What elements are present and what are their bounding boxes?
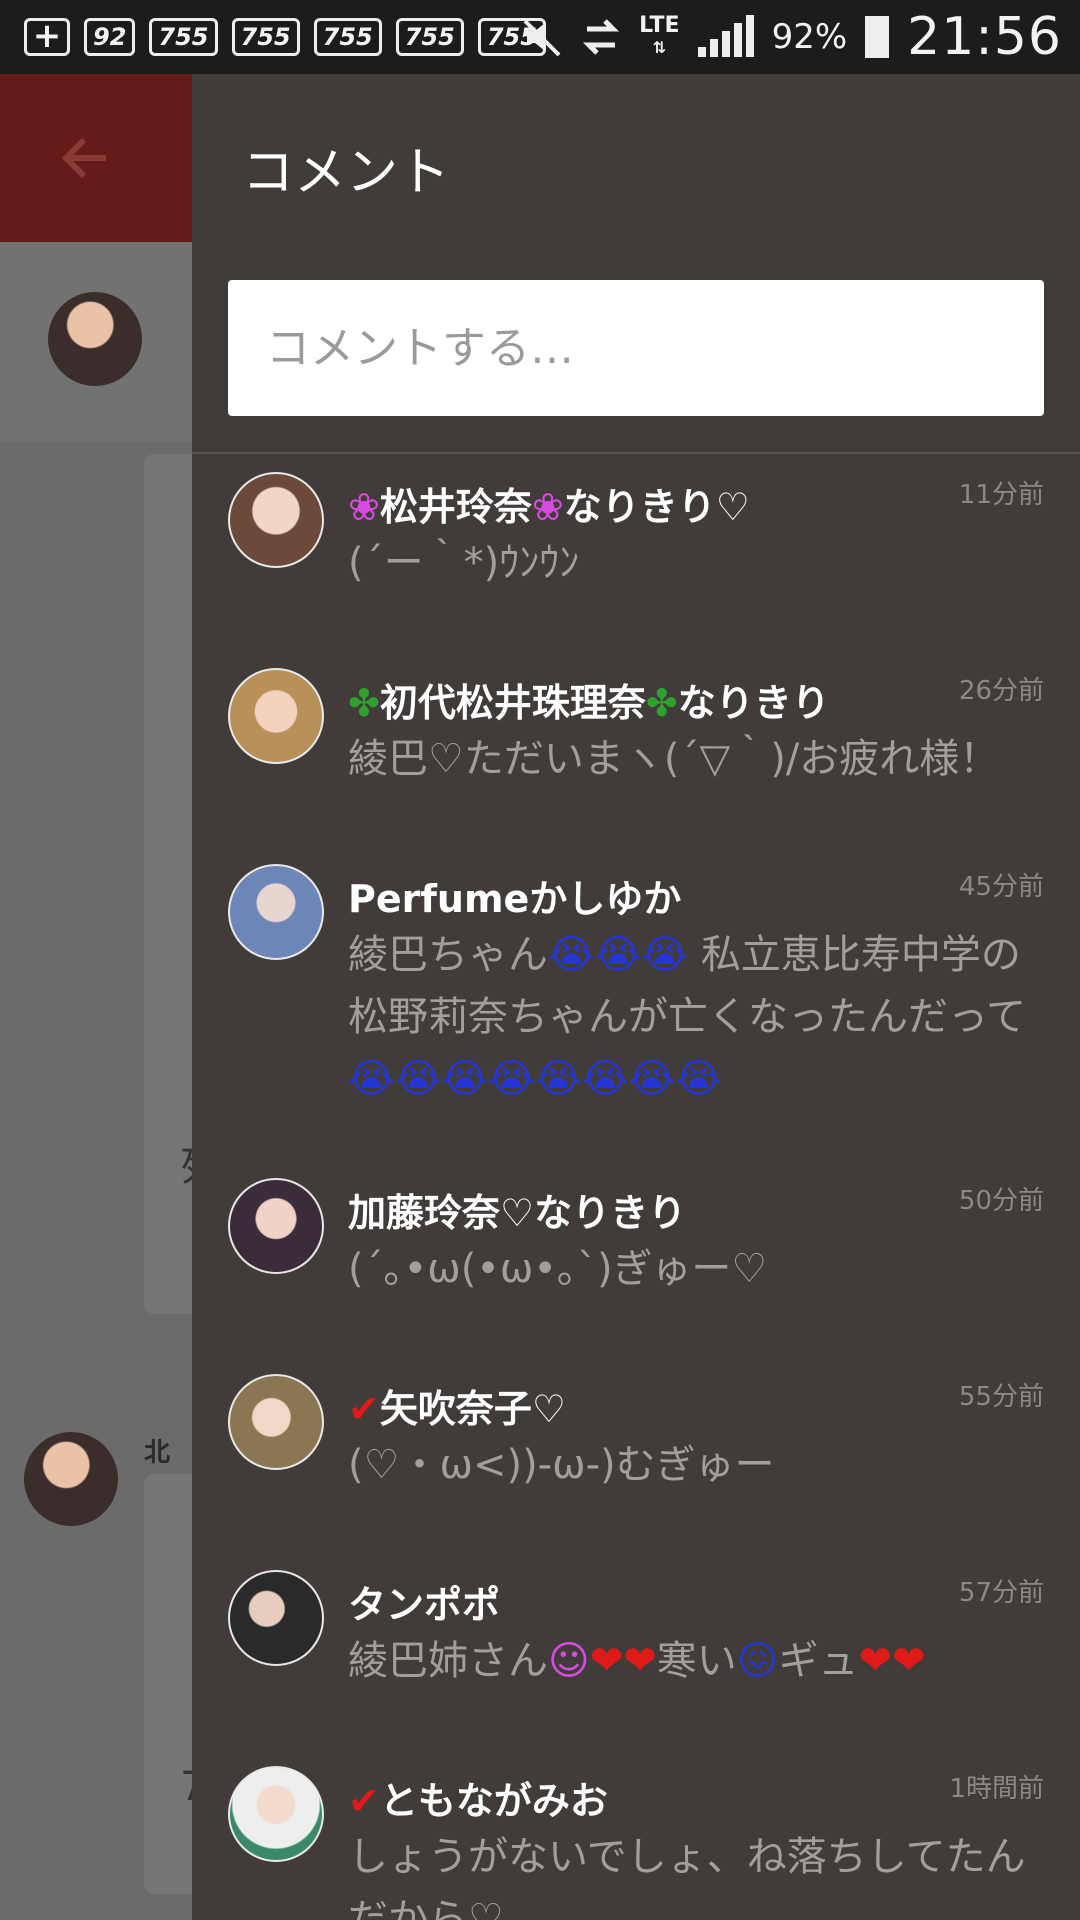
avatar[interactable] (228, 1570, 324, 1666)
comment-author[interactable]: ✔ともながみお (348, 1770, 608, 1825)
flower-icon: ❀ (348, 485, 380, 529)
comment-time: 26分前 (958, 676, 1044, 706)
flower-icon: ❀ (531, 485, 564, 529)
avatar[interactable] (228, 668, 324, 764)
clock: 21:56 (907, 7, 1062, 67)
system-icons: LTE ⇅ 92% 21:56 (519, 7, 1062, 67)
app-notification-icon: 755 (149, 18, 218, 56)
background-avatar (24, 1432, 118, 1526)
cold-emoji-icon: 😖 (736, 1638, 779, 1684)
app-notification-icon: 755 (231, 18, 300, 56)
avatar[interactable] (228, 1178, 324, 1274)
battery-icon (865, 16, 890, 58)
comments-drawer: コメント ❀松井玲奈❀なりきり♡ 11分前 (´ー｀*)ｳﾝｳﾝ ✤初代松井珠理… (192, 74, 1080, 1920)
drawer-title: コメント (242, 143, 451, 203)
comment-author[interactable]: ✤初代松井珠理奈✤なりきり (348, 672, 830, 727)
signal-icon (697, 15, 754, 57)
comment-time: 57分前 (958, 1578, 1044, 1608)
heart-icon: ❤❤ (858, 1638, 926, 1684)
app-notification-icon: 755 (395, 18, 464, 56)
battery-percent: 92% (771, 17, 848, 57)
add-icon: + (24, 18, 70, 56)
comment-text: 綾巴♡ただいまヽ(´▽｀)/お疲れ様！ (348, 736, 1000, 782)
divider (192, 452, 1080, 454)
avatar[interactable] (228, 1374, 324, 1470)
comment-author[interactable]: Perfumeかしゆか (348, 868, 681, 923)
smiling-emoji-icon: ☺ (548, 1638, 590, 1684)
clover-icon: ✤ (348, 681, 380, 725)
checkmark-icon: ✔ (348, 1779, 380, 1823)
status-bar: + 92 755 755 755 755 755 LTE ⇅ 92% 21:56 (0, 0, 1080, 74)
comment-text: しょうがないでしょ、ね落ちしてたんだから♡ (348, 1834, 1026, 1920)
comment-time: 55分前 (958, 1382, 1044, 1412)
clover-icon: ✤ (645, 681, 678, 725)
comment-author[interactable]: ✔矢吹奈子♡ (348, 1378, 566, 1433)
comment-time: 50分前 (958, 1186, 1044, 1216)
comment-time: 11分前 (958, 480, 1044, 510)
app-notification-icon: 755 (313, 18, 382, 56)
data-transfer-icon (583, 19, 620, 55)
comment-author[interactable]: ❀松井玲奈❀なりきり♡ (348, 476, 750, 531)
comment-text: (´ー｀*)ｳﾝｳﾝ (348, 540, 580, 586)
comment-author[interactable]: 加藤玲奈♡なりきり (348, 1182, 686, 1237)
checkmark-icon: ✔ (348, 1387, 380, 1431)
network-type: LTE ⇅ (639, 13, 680, 58)
avatar[interactable] (228, 1766, 324, 1862)
comment-author[interactable]: タンポポ (348, 1574, 500, 1629)
background-card (144, 1474, 192, 1894)
comment-text: (´｡•ω(•ω•｡`)ぎゅー♡ (348, 1246, 768, 1292)
background-app-scrim[interactable]: 列 北川 7 (0, 74, 192, 1920)
crying-emoji-icon: 😭😭😭😭😭😭😭😭 (348, 1056, 722, 1102)
comment-text: 綾巴姉さん☺❤❤寒い😖ギュ❤❤ (348, 1638, 926, 1684)
comment-time: 1時間前 (949, 1774, 1044, 1804)
count-badge-icon: 92 (84, 18, 136, 56)
comment-text: (♡・ω<))-ω-)むぎゅー (348, 1442, 775, 1488)
crying-emoji-icon: 😭😭😭 (548, 932, 689, 978)
avatar[interactable] (228, 472, 324, 568)
background-avatar (48, 292, 142, 386)
comment-time: 45分前 (958, 872, 1044, 902)
heart-icon: ❤❤ (589, 1638, 657, 1684)
background-toolbar (0, 74, 192, 242)
comment-input[interactable] (228, 280, 1044, 416)
mute-icon (523, 19, 561, 57)
notification-icons: + 92 755 755 755 755 755 (24, 14, 546, 60)
avatar[interactable] (228, 864, 324, 960)
background-text: 列 (180, 1134, 192, 1192)
back-arrow-icon (61, 137, 106, 179)
comment-text: 綾巴ちゃん😭😭😭 私立恵比寿中学の松野莉奈ちゃんが亡くなったんだって 😭😭😭😭😭😭… (348, 932, 1026, 1102)
background-text: 7 (180, 1764, 192, 1810)
